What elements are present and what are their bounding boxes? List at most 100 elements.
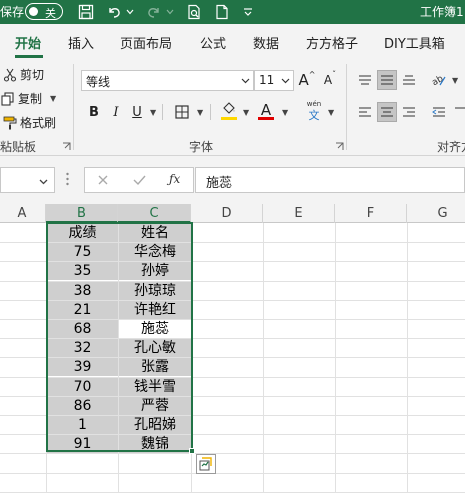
chevron-down-icon[interactable]: ▼ bbox=[50, 94, 56, 103]
tab-data[interactable]: 数据 bbox=[253, 33, 279, 52]
table-header-cell[interactable]: 成绩 bbox=[47, 224, 118, 242]
table-cell[interactable]: 38 bbox=[47, 282, 118, 300]
tab-fangfang[interactable]: 方方格子 bbox=[306, 33, 358, 52]
table-cell[interactable]: 张露 bbox=[119, 358, 191, 376]
chevron-down-icon bbox=[281, 74, 290, 88]
active-tab-indicator bbox=[15, 55, 43, 58]
table-cell[interactable]: 孔昭娣 bbox=[119, 416, 191, 434]
undo-dropdown-icon[interactable] bbox=[124, 2, 136, 22]
increase-font-icon[interactable]: A ^ bbox=[297, 70, 317, 90]
cancel-icon[interactable] bbox=[97, 174, 109, 189]
ribbon: 剪切 复制 ▼ 格式刷 粘贴板 等线 11 A ^ Aˇ B I U ▼ ▼ ▼… bbox=[0, 60, 465, 156]
tab-page-layout[interactable]: 页面布局 bbox=[120, 33, 172, 52]
table-cell[interactable]: 32 bbox=[47, 339, 118, 357]
table-cell[interactable]: 钱半雪 bbox=[119, 378, 191, 396]
align-middle-icon[interactable] bbox=[377, 70, 397, 90]
table-cell[interactable]: 1 bbox=[47, 416, 118, 434]
table-cell[interactable]: 孔心敏 bbox=[119, 339, 191, 357]
quick-analysis-icon[interactable] bbox=[196, 454, 216, 474]
align-center-icon[interactable] bbox=[377, 102, 397, 122]
column-header-c[interactable]: C bbox=[118, 204, 191, 223]
name-box[interactable] bbox=[0, 167, 55, 193]
column-header-b[interactable]: B bbox=[46, 204, 118, 223]
save-icon[interactable] bbox=[76, 2, 96, 22]
chevron-down-icon[interactable]: ▼ bbox=[328, 108, 334, 117]
tab-home[interactable]: 开始 bbox=[15, 33, 41, 52]
group-divider bbox=[346, 64, 347, 150]
cut-button[interactable]: 剪切 bbox=[2, 66, 44, 83]
table-cell[interactable]: 75 bbox=[47, 243, 118, 261]
column-header-a[interactable]: A bbox=[0, 204, 46, 223]
redo-icon[interactable] bbox=[144, 2, 164, 22]
clipboard-launcher-icon[interactable] bbox=[62, 140, 71, 154]
phonetic-guide-icon[interactable]: wén 文 bbox=[303, 100, 325, 124]
column-header-f[interactable]: F bbox=[335, 204, 407, 223]
paintbrush-icon bbox=[2, 115, 18, 131]
table-cell[interactable]: 严蓉 bbox=[119, 397, 191, 415]
bold-icon[interactable]: B bbox=[84, 102, 104, 122]
fill-handle[interactable] bbox=[189, 448, 195, 454]
underline-icon[interactable]: U bbox=[127, 102, 147, 122]
tab-diy-toolbox[interactable]: DIY工具箱 bbox=[384, 33, 445, 52]
copy-icon bbox=[0, 91, 16, 107]
autosave-state: 关 bbox=[45, 7, 56, 20]
table-cell[interactable]: 91 bbox=[47, 435, 118, 453]
decrease-font-icon[interactable]: Aˇ bbox=[320, 70, 340, 90]
separator bbox=[210, 104, 211, 120]
redo-dropdown-icon[interactable] bbox=[164, 2, 176, 22]
tab-insert[interactable]: 插入 bbox=[68, 33, 94, 52]
enter-icon[interactable] bbox=[133, 174, 146, 189]
tab-formulas[interactable]: 公式 bbox=[200, 33, 226, 52]
decrease-indent-icon[interactable] bbox=[429, 102, 449, 122]
column-header-d[interactable]: D bbox=[191, 204, 263, 223]
borders-icon[interactable] bbox=[172, 102, 192, 122]
autosave-toggle[interactable]: 关 bbox=[25, 3, 63, 20]
chevron-down-icon[interactable]: ▼ bbox=[150, 108, 156, 117]
formula-buttons: ƒx bbox=[84, 167, 194, 193]
new-document-icon[interactable] bbox=[212, 2, 232, 22]
customize-toolbar-icon[interactable] bbox=[240, 2, 256, 22]
chevron-down-icon[interactable]: ▼ bbox=[452, 76, 458, 85]
align-right-icon[interactable] bbox=[399, 102, 419, 122]
copy-button[interactable]: 复制 ▼ bbox=[0, 90, 56, 107]
undo-icon[interactable] bbox=[104, 2, 124, 22]
align-left-icon[interactable] bbox=[355, 102, 375, 122]
table-cell[interactable]: 35 bbox=[47, 262, 118, 280]
table-cell[interactable]: 21 bbox=[47, 301, 118, 319]
chevron-down-icon[interactable] bbox=[39, 175, 48, 189]
column-header-g[interactable]: G bbox=[407, 204, 465, 223]
active-cell[interactable]: 施蕊 bbox=[119, 320, 191, 338]
font-size-value: 11 bbox=[259, 73, 275, 87]
table-cell[interactable]: 86 bbox=[47, 397, 118, 415]
table-cell[interactable]: 魏锦 bbox=[119, 435, 191, 453]
chevron-down-icon[interactable]: ▼ bbox=[243, 108, 249, 117]
orientation-icon[interactable]: ab bbox=[429, 70, 449, 90]
print-preview-icon[interactable] bbox=[184, 2, 204, 22]
italic-icon[interactable]: I bbox=[106, 102, 126, 122]
table-cell[interactable]: 孙婷 bbox=[119, 262, 191, 280]
font-name-select[interactable]: 等线 bbox=[81, 70, 254, 91]
grip-icon bbox=[66, 171, 69, 190]
font-launcher-icon[interactable] bbox=[335, 140, 344, 154]
formula-input[interactable]: 施蕊 bbox=[195, 167, 465, 193]
chevron-down-icon[interactable]: ▼ bbox=[282, 108, 288, 117]
align-bottom-icon[interactable] bbox=[399, 70, 419, 90]
align-top-icon[interactable] bbox=[355, 70, 375, 90]
table-cell[interactable]: 39 bbox=[47, 358, 118, 376]
table-header-cell[interactable]: 姓名 bbox=[119, 224, 191, 242]
column-headers: ABCDEFG bbox=[0, 204, 465, 223]
table-cell[interactable]: 孙琼琼 bbox=[119, 282, 191, 300]
table-cell[interactable]: 68 bbox=[47, 320, 118, 338]
format-painter-button[interactable]: 格式刷 bbox=[2, 114, 56, 131]
increase-indent-icon[interactable] bbox=[451, 102, 465, 122]
chevron-down-icon[interactable]: ▼ bbox=[197, 108, 203, 117]
font-group-label: 字体 bbox=[189, 140, 214, 154]
table-cell[interactable]: 许艳红 bbox=[119, 301, 191, 319]
grid-row-line bbox=[0, 453, 465, 454]
font-size-select[interactable]: 11 bbox=[254, 70, 294, 91]
table-cell[interactable]: 华念梅 bbox=[119, 243, 191, 261]
column-header-e[interactable]: E bbox=[263, 204, 335, 223]
table-cell[interactable]: 70 bbox=[47, 378, 118, 396]
insert-function-icon[interactable]: ƒx bbox=[169, 172, 180, 186]
worksheet-grid[interactable]: ABCDEFG 成绩 姓名 75 华念梅 35 孙婷 38 孙琼琼 21 许艳红 68 施蕊 32 孔心敏… bbox=[0, 204, 465, 493]
